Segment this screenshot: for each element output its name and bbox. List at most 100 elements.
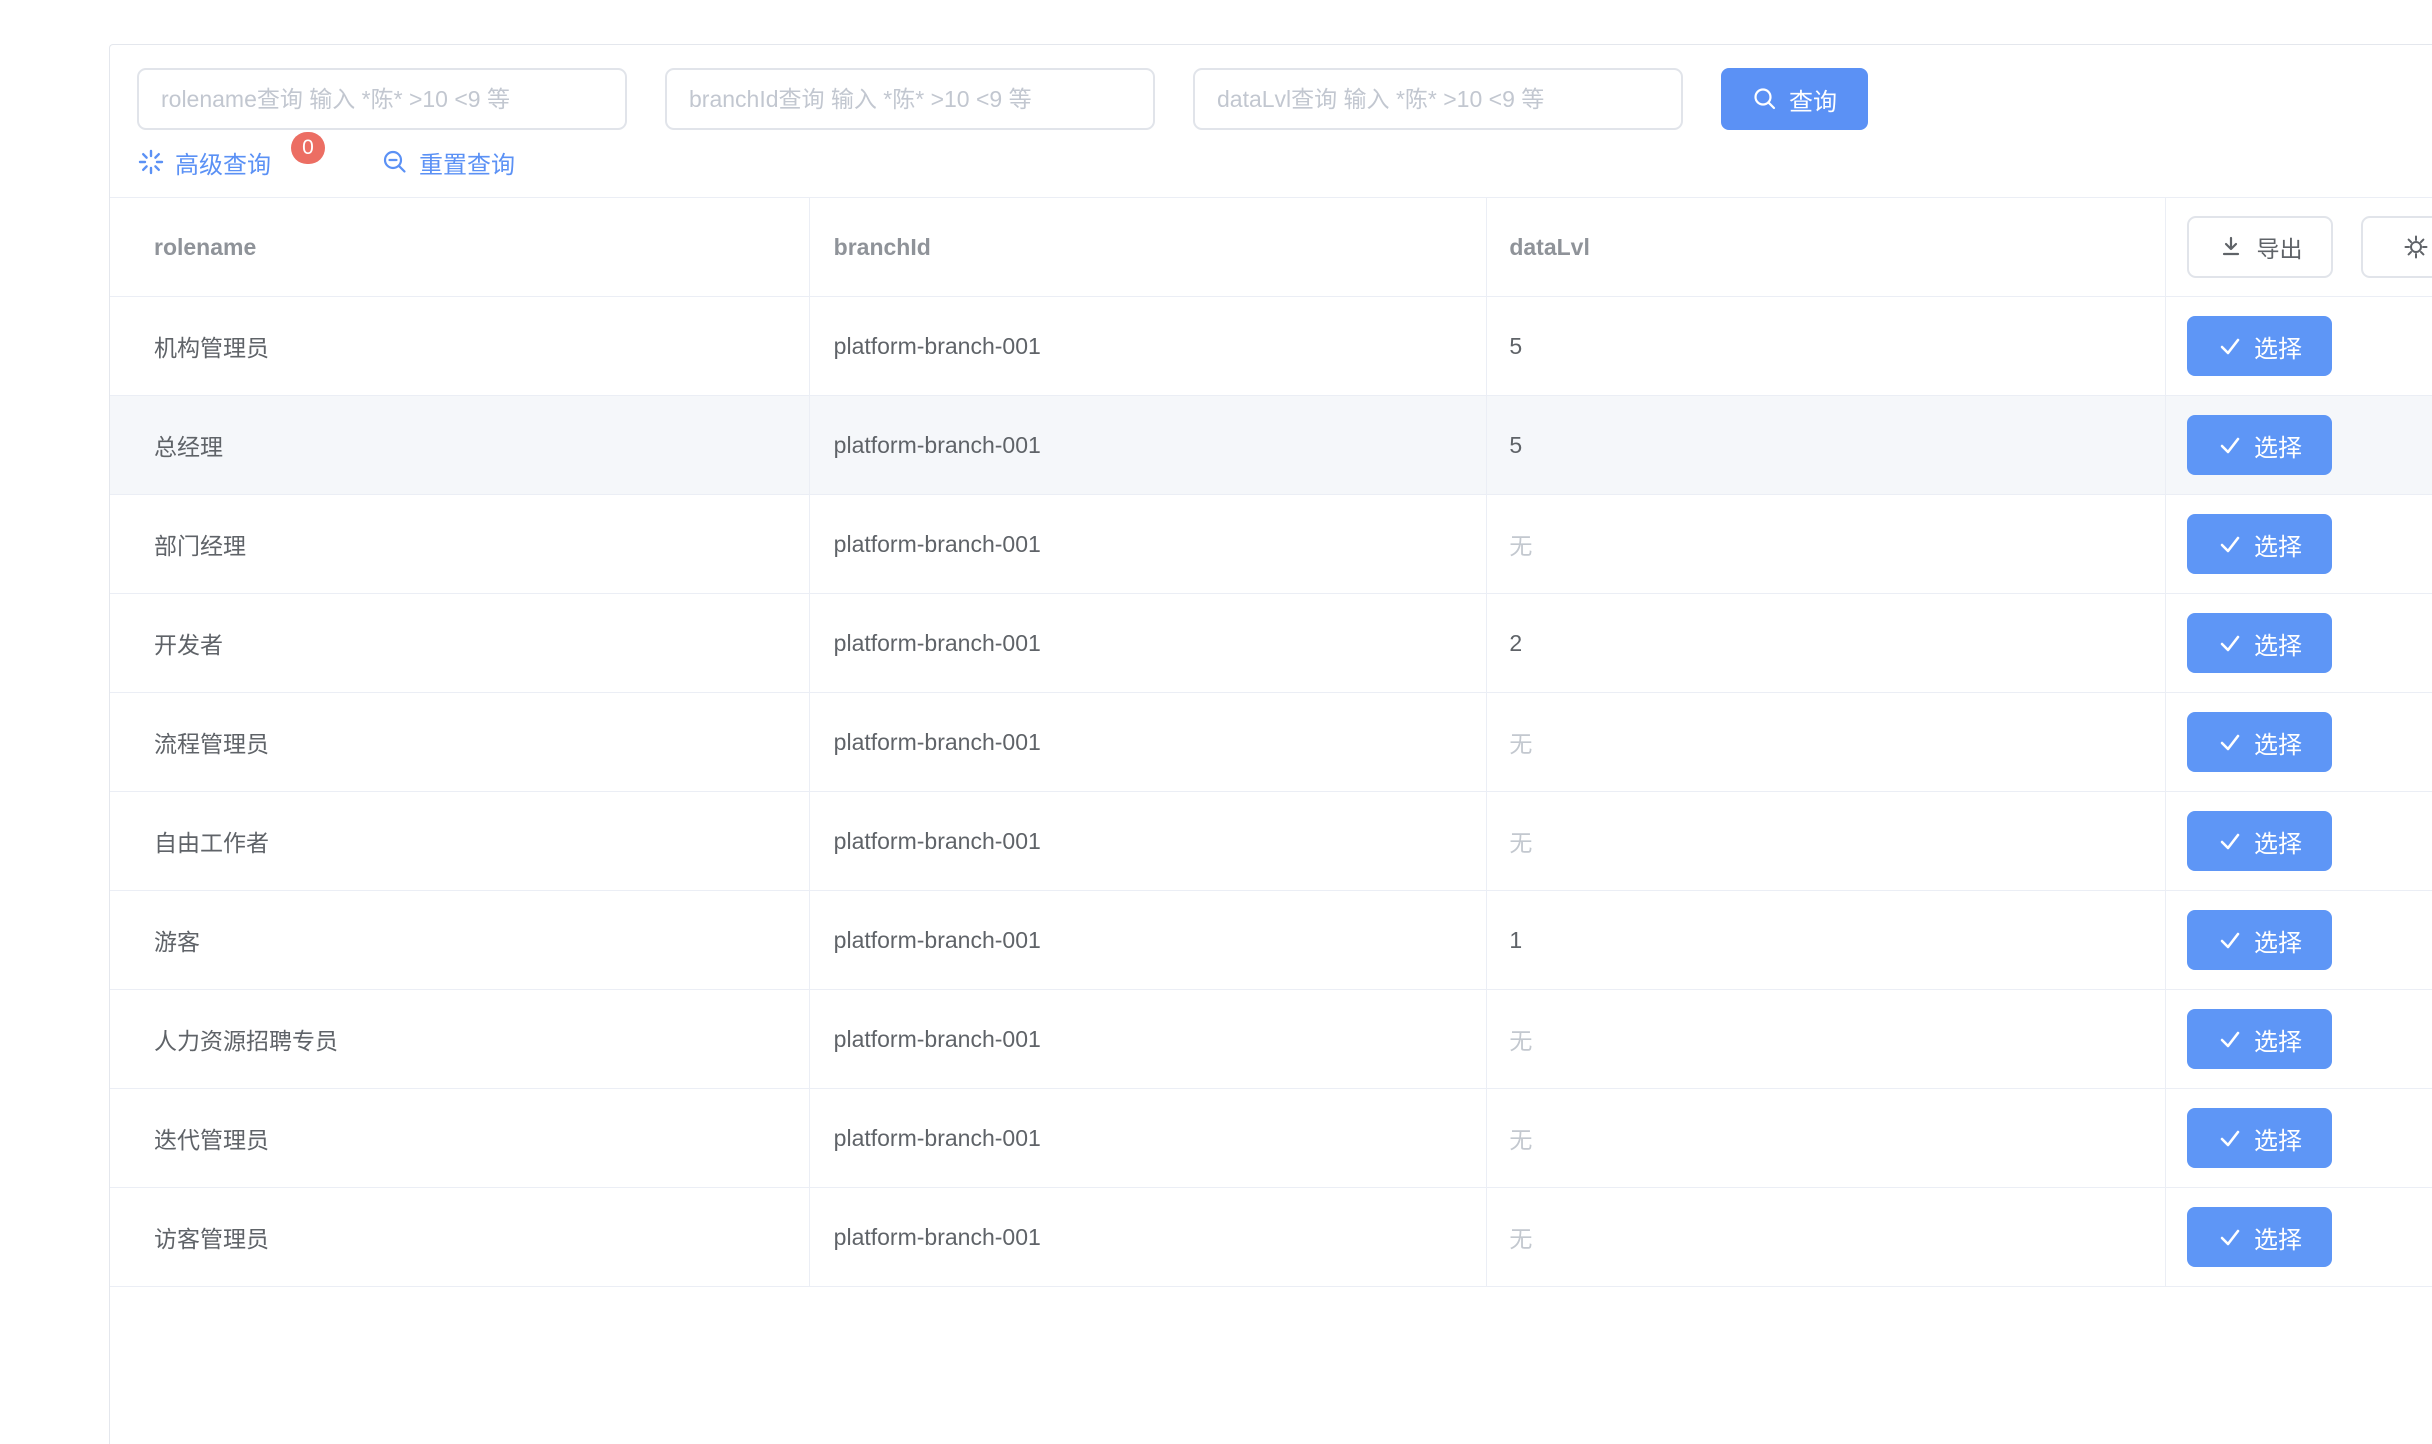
select-button-label: 选择: [2254, 626, 2302, 661]
cell-datalvl: 无: [1487, 1089, 2166, 1187]
column-header-datalvl: dataLvl: [1487, 198, 2166, 296]
cell-rolename: 流程管理员: [110, 693, 810, 791]
select-button[interactable]: 选择: [2187, 811, 2332, 871]
rolename-search-input[interactable]: [137, 68, 627, 130]
select-button[interactable]: 选择: [2187, 1207, 2332, 1267]
check-icon: [2217, 531, 2243, 557]
select-button[interactable]: 选择: [2187, 514, 2332, 574]
cell-branchid: platform-branch-001: [810, 1188, 1488, 1286]
table-row: 机构管理员 platform-branch-001 5 选择: [110, 297, 2432, 396]
cell-rolename: 部门经理: [110, 495, 810, 593]
check-icon: [2217, 630, 2243, 656]
cell-rolename: 总经理: [110, 396, 810, 494]
select-button-label: 选择: [2254, 923, 2302, 958]
query-button-label: 查询: [1789, 82, 1837, 117]
table-row: 开发者 platform-branch-001 2 选择: [110, 594, 2432, 693]
cell-branchid: platform-branch-001: [810, 792, 1488, 890]
query-button[interactable]: 查询: [1721, 68, 1868, 130]
cell-actions: 选择: [2166, 495, 2432, 593]
datalvl-search-input[interactable]: [1193, 68, 1683, 130]
advanced-query-badge: 0: [291, 132, 325, 164]
table-toolbar: 导出: [2166, 198, 2432, 296]
advanced-query-link[interactable]: 高级查询 0: [137, 145, 325, 180]
select-button[interactable]: 选择: [2187, 613, 2332, 673]
select-button[interactable]: 选择: [2187, 415, 2332, 475]
branchid-search-input[interactable]: [665, 68, 1155, 130]
download-icon: [2218, 234, 2244, 260]
cell-rolename: 访客管理员: [110, 1188, 810, 1286]
cell-datalvl: 无: [1487, 693, 2166, 791]
check-icon: [2217, 729, 2243, 755]
reset-query-label: 重置查询: [419, 145, 515, 180]
cell-actions: 选择: [2166, 594, 2432, 692]
content-card: 查询 高级查询 0: [109, 44, 2432, 1444]
check-icon: [2217, 1224, 2243, 1250]
select-button-label: 选择: [2254, 1022, 2302, 1057]
cell-actions: 选择: [2166, 792, 2432, 890]
query-links-row: 高级查询 0 重置查询: [110, 140, 2432, 184]
cell-branchid: platform-branch-001: [810, 693, 1488, 791]
search-icon: [1752, 86, 1778, 112]
cell-datalvl: 无: [1487, 495, 2166, 593]
cell-datalvl: 无: [1487, 990, 2166, 1088]
column-header-rolename: rolename: [110, 198, 810, 296]
burst-icon: [137, 148, 165, 176]
cell-rolename: 开发者: [110, 594, 810, 692]
cell-rolename: 游客: [110, 891, 810, 989]
check-icon: [2217, 432, 2243, 458]
cell-branchid: platform-branch-001: [810, 1089, 1488, 1187]
cell-branchid: platform-branch-001: [810, 396, 1488, 494]
cell-branchid: platform-branch-001: [810, 297, 1488, 395]
export-button[interactable]: 导出: [2187, 216, 2333, 278]
table-row: 自由工作者 platform-branch-001 无 选择: [110, 792, 2432, 891]
cell-datalvl: 无: [1487, 792, 2166, 890]
cell-branchid: platform-branch-001: [810, 891, 1488, 989]
cell-rolename: 人力资源招聘专员: [110, 990, 810, 1088]
cell-datalvl: 5: [1487, 396, 2166, 494]
cell-rolename: 迭代管理员: [110, 1089, 810, 1187]
cell-rolename: 机构管理员: [110, 297, 810, 395]
check-icon: [2217, 828, 2243, 854]
cell-rolename: 自由工作者: [110, 792, 810, 890]
cell-actions: 选择: [2166, 990, 2432, 1088]
check-icon: [2217, 927, 2243, 953]
select-button-label: 选择: [2254, 824, 2302, 859]
table-row: 总经理 platform-branch-001 5 选择: [110, 396, 2432, 495]
select-button[interactable]: 选择: [2187, 1009, 2332, 1069]
search-bar: 查询: [110, 45, 2432, 130]
cell-actions: 选择: [2166, 1089, 2432, 1187]
cell-actions: 选择: [2166, 297, 2432, 395]
select-button-label: 选择: [2254, 428, 2302, 463]
advanced-query-label: 高级查询: [175, 145, 271, 180]
select-button[interactable]: 选择: [2187, 712, 2332, 772]
cell-actions: 选择: [2166, 1188, 2432, 1286]
select-button-label: 选择: [2254, 329, 2302, 364]
export-button-label: 导出: [2257, 230, 2303, 264]
check-icon: [2217, 1125, 2243, 1151]
table-row: 人力资源招聘专员 platform-branch-001 无 选择: [110, 990, 2432, 1089]
table-header: rolename branchId dataLvl 导出: [110, 197, 2432, 297]
select-button[interactable]: 选择: [2187, 910, 2332, 970]
table-row: 迭代管理员 platform-branch-001 无 选择: [110, 1089, 2432, 1188]
table-row: 部门经理 platform-branch-001 无 选择: [110, 495, 2432, 594]
cell-branchid: platform-branch-001: [810, 990, 1488, 1088]
roles-table: rolename branchId dataLvl 导出: [110, 197, 2432, 1287]
check-icon: [2217, 333, 2243, 359]
cell-branchid: platform-branch-001: [810, 495, 1488, 593]
check-icon: [2217, 1026, 2243, 1052]
gear-icon: [2402, 233, 2430, 261]
select-button-label: 选择: [2254, 1220, 2302, 1255]
select-button-label: 选择: [2254, 1121, 2302, 1156]
reset-query-link[interactable]: 重置查询: [381, 145, 515, 180]
cell-datalvl: 1: [1487, 891, 2166, 989]
config-button[interactable]: 配: [2361, 216, 2432, 278]
select-button-label: 选择: [2254, 527, 2302, 562]
column-header-branchid: branchId: [810, 198, 1488, 296]
table-row: 流程管理员 platform-branch-001 无 选择: [110, 693, 2432, 792]
zoom-out-icon: [381, 148, 409, 176]
select-button[interactable]: 选择: [2187, 1108, 2332, 1168]
select-button[interactable]: 选择: [2187, 316, 2332, 376]
cell-datalvl: 无: [1487, 1188, 2166, 1286]
cell-actions: 选择: [2166, 891, 2432, 989]
cell-actions: 选择: [2166, 693, 2432, 791]
